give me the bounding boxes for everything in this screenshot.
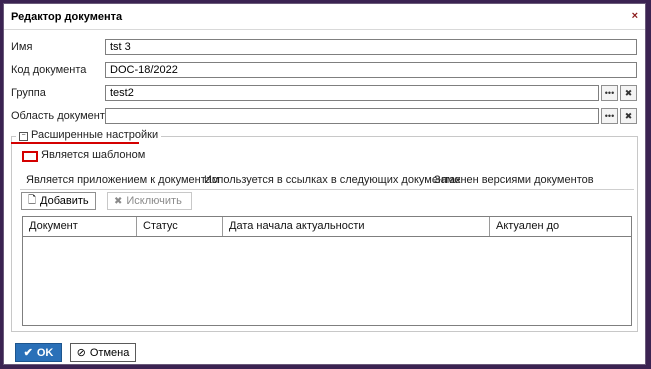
cancel-label: Отмена — [89, 346, 130, 359]
column-status[interactable]: Статус — [137, 217, 223, 236]
name-row: Имя tst 3 — [4, 37, 645, 57]
tab-attachment-to[interactable]: Является приложением к документам — [26, 174, 219, 186]
x-icon: ✖ — [114, 195, 123, 207]
x-icon: ✖ — [624, 88, 633, 98]
close-icon[interactable]: × — [632, 10, 638, 22]
is-template-checkbox[interactable] — [22, 151, 38, 162]
area-label: Область документа — [11, 110, 111, 122]
add-button[interactable]: 🗋 Добавить — [21, 192, 96, 210]
advanced-settings-legend: Расширенные настройки — [31, 129, 159, 141]
x-icon: ✖ — [624, 111, 633, 121]
title-bar: Редактор документа × — [4, 4, 645, 30]
column-document[interactable]: Документ — [23, 217, 137, 236]
name-label: Имя — [11, 41, 33, 53]
ok-label: OK — [36, 346, 54, 359]
document-icon: 🗋 — [28, 194, 37, 206]
group-clear-button[interactable]: ✖ — [620, 85, 637, 101]
column-start-date[interactable]: Дата начала актуальности — [223, 217, 490, 236]
area-picker-button[interactable]: ••• — [601, 108, 618, 124]
window-title: Редактор документа — [11, 10, 123, 23]
highlight-underline — [11, 142, 139, 144]
table-header: Документ Статус Дата начала актуальности… — [23, 217, 631, 237]
tab-replaced-by[interactable]: Заменен версиями документов — [434, 174, 594, 186]
group-field[interactable]: test2 — [105, 85, 599, 101]
related-documents-table: Документ Статус Дата начала актуальности… — [22, 216, 632, 326]
is-template-label: Является шаблоном — [41, 149, 146, 161]
code-label: Код документа — [11, 64, 87, 76]
code-field[interactable]: DOC-18/2022 — [105, 62, 637, 78]
code-row: Код документа DOC-18/2022 — [4, 60, 645, 80]
cancel-button[interactable]: ⊘ Отмена — [70, 343, 136, 362]
ellipsis-icon: ••• — [604, 111, 615, 121]
document-editor-window: Редактор документа × Имя tst 3 Код докум… — [3, 3, 646, 365]
name-field[interactable]: tst 3 — [105, 39, 637, 55]
check-icon: ✔ — [23, 347, 33, 359]
remove-button[interactable]: ✖ Исключить — [107, 192, 192, 210]
group-label: Группа — [11, 87, 46, 99]
add-button-label: Добавить — [40, 195, 89, 207]
group-row: Группа test2 ••• ✖ — [4, 83, 645, 103]
cancel-icon: ⊘ — [76, 347, 86, 359]
advanced-settings-toggle[interactable]: − Расширенные настройки — [16, 129, 162, 141]
ellipsis-icon: ••• — [604, 88, 615, 98]
tabs-divider — [20, 189, 634, 190]
tab-referenced-in[interactable]: Используется в ссылках в следующих докум… — [204, 174, 461, 186]
collapse-icon: − — [19, 132, 28, 141]
area-row: Область документа ••• ✖ — [4, 106, 645, 126]
area-clear-button[interactable]: ✖ — [620, 108, 637, 124]
ok-button[interactable]: ✔ OK — [15, 343, 62, 362]
column-valid-until[interactable]: Актуален до — [490, 217, 631, 236]
group-picker-button[interactable]: ••• — [601, 85, 618, 101]
remove-button-label: Исключить — [126, 195, 182, 207]
area-field[interactable] — [105, 108, 599, 124]
